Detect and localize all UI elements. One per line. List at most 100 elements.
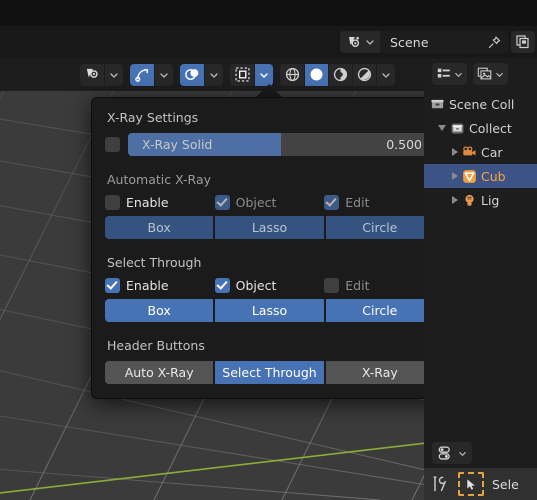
st-object-checkbox-item[interactable]: Object — [214, 278, 325, 293]
st-edit-checkbox[interactable] — [324, 278, 340, 293]
pin-icon[interactable] — [487, 35, 502, 50]
st-edit-label: Edit — [345, 278, 370, 293]
automatic-xray-mode-buttons: Box Lasso Circle — [105, 216, 434, 239]
select-through-checkbox-row: Enable Object Edit — [105, 278, 434, 293]
st-circle-button[interactable]: Circle — [325, 299, 434, 322]
xray-solid-label: X-Ray Solid — [142, 137, 213, 152]
outliner-row-collection[interactable]: Collect — [424, 116, 537, 140]
auto-lasso-button[interactable]: Lasso — [215, 216, 324, 239]
properties-editor-icon — [437, 444, 455, 462]
auto-enable-checkbox-item[interactable]: Enable — [105, 195, 215, 210]
st-enable-checkbox-item[interactable]: Enable — [105, 278, 215, 293]
outliner-display-mode-button[interactable] — [432, 63, 467, 85]
gizmo-dropdown[interactable] — [154, 63, 173, 86]
overlays-icon[interactable] — [180, 63, 204, 86]
xray-solid-slider[interactable]: X-Ray Solid 0.500 — [128, 133, 434, 156]
outliner-row-scene-collection[interactable]: Scene Coll — [424, 92, 537, 116]
section-title-header-buttons: Header Buttons — [107, 338, 205, 353]
scene-selector[interactable]: Scene — [340, 31, 508, 53]
auto-circle-button[interactable]: Circle — [325, 216, 434, 239]
active-tool-label: Sele — [492, 476, 519, 492]
chevron-down-icon — [365, 37, 375, 47]
wireframe-icon[interactable] — [280, 63, 304, 86]
chevron-down-icon — [458, 449, 467, 458]
scene-name-field[interactable]: Scene — [380, 31, 508, 53]
chevron-expand-icon[interactable] — [452, 172, 458, 180]
xray-solid-checkbox[interactable] — [105, 137, 120, 152]
outliner-label-light: Lig — [481, 192, 500, 208]
xray-solid-value: 0.500 — [386, 137, 422, 152]
header-buttons-group: Auto X-Ray Select Through X-Ray — [105, 361, 434, 384]
scene-collection-icon — [430, 97, 445, 112]
tool-wrench-icon[interactable] — [430, 474, 450, 494]
properties-header — [424, 438, 537, 468]
st-object-checkbox[interactable] — [214, 278, 230, 293]
camera-icon — [462, 145, 477, 160]
xray-group — [230, 63, 273, 86]
shading-dropdown[interactable] — [376, 63, 395, 86]
gizmo-icon[interactable] — [130, 63, 154, 86]
auto-edit-checkbox-item[interactable]: Edit — [324, 195, 434, 210]
properties-editor-type-button[interactable] — [432, 442, 472, 464]
outliner-row-cube[interactable]: Cub — [424, 164, 537, 188]
material-preview-icon[interactable] — [328, 63, 352, 86]
select-through-mode-buttons: Box Lasso Circle — [105, 299, 434, 322]
outliner-tree: Scene Coll Collect Car Cub Lig — [424, 90, 537, 212]
auto-enable-checkbox[interactable] — [105, 195, 120, 210]
st-lasso-button[interactable]: Lasso — [215, 299, 324, 322]
outliner-filter-button[interactable] — [473, 63, 508, 85]
section-automatic-xray: Automatic X-Ray Enable Object Edit Box L… — [105, 172, 434, 239]
xray-toggle-icon[interactable] — [230, 63, 254, 86]
auto-object-checkbox-item[interactable]: Object — [214, 195, 325, 210]
section-title-automatic-xray: Automatic X-Ray — [107, 172, 211, 187]
auto-edit-label: Edit — [345, 195, 370, 210]
scene-icon — [346, 34, 362, 50]
chevron-down-icon — [495, 70, 504, 79]
scene-browse-button[interactable] — [340, 31, 380, 53]
section-title-xray-settings: X-Ray Settings — [107, 110, 199, 125]
st-edit-checkbox-item[interactable]: Edit — [324, 278, 434, 293]
outliner-editor: Scene Coll Collect Car Cub Lig — [424, 58, 537, 438]
outliner-row-camera[interactable]: Car — [424, 140, 537, 164]
solid-sphere-icon[interactable] — [304, 63, 328, 86]
light-icon — [462, 193, 477, 208]
window-topbar — [0, 0, 537, 26]
chevron-expand-icon[interactable] — [452, 148, 458, 156]
rendered-icon[interactable] — [352, 63, 376, 86]
scene-name-label: Scene — [390, 34, 429, 50]
auto-box-button[interactable]: Box — [105, 216, 214, 239]
chevron-expand-icon[interactable] — [452, 196, 458, 204]
section-xray-settings: X-Ray Settings X-Ray Solid 0.500 — [105, 110, 434, 156]
popup-pointer — [255, 84, 283, 98]
visibility-dropdown[interactable] — [104, 63, 123, 86]
collection-icon — [450, 121, 465, 136]
cursor-select-icon[interactable] — [458, 472, 484, 496]
active-tool-row: Sele — [424, 468, 537, 500]
outliner-label-scene-collection: Scene Coll — [449, 96, 515, 112]
xray-settings-popup: X-Ray Settings X-Ray Solid 0.500 Automat… — [91, 97, 448, 399]
object-visibility-icon[interactable] — [80, 63, 104, 86]
chevron-expand-icon[interactable] — [438, 125, 446, 131]
header-auto-xray-button[interactable]: Auto X-Ray — [105, 361, 214, 384]
st-enable-label: Enable — [126, 278, 169, 293]
browse-scene-icon — [515, 34, 531, 50]
gizmo-group — [130, 63, 173, 86]
st-box-button[interactable]: Box — [105, 299, 214, 322]
new-scene-button[interactable] — [511, 31, 535, 53]
auto-object-checkbox[interactable] — [214, 195, 230, 210]
outliner-row-light[interactable]: Lig — [424, 188, 537, 212]
overlays-dropdown[interactable] — [204, 63, 223, 86]
outliner-header — [424, 58, 537, 90]
st-object-label: Object — [235, 278, 277, 293]
auto-edit-checkbox[interactable] — [324, 195, 340, 210]
header-xray-button[interactable]: X-Ray — [325, 361, 434, 384]
topbar-scene-row: Scene — [0, 26, 537, 58]
header-select-through-button[interactable]: Select Through — [215, 361, 324, 384]
xray-dropdown[interactable] — [254, 63, 273, 86]
section-select-through: Select Through Enable Object Edit Box La… — [105, 255, 434, 322]
properties-editor: Sele — [424, 438, 537, 500]
auto-object-label: Object — [235, 195, 277, 210]
shading-modes-group — [280, 63, 395, 86]
st-enable-checkbox[interactable] — [105, 278, 120, 293]
blender-window: Scene X-Ray Settings X-Ray Solid 0.500 A… — [0, 0, 537, 500]
